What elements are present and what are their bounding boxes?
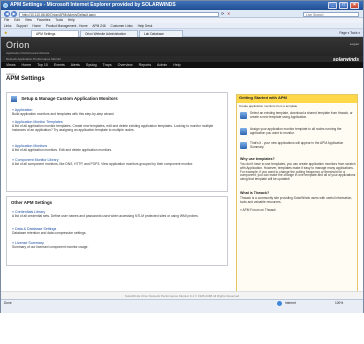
step-item: Assign your application monitor template… bbox=[240, 127, 356, 138]
page-content: Admin > APM Settings Setup & Manage Cust… bbox=[1, 68, 363, 294]
nav-alerts[interactable]: Alerts bbox=[71, 63, 80, 67]
tab-orion-admin[interactable]: Orion Website Administration bbox=[80, 30, 138, 37]
step-item: That's it - your new applications will a… bbox=[240, 141, 356, 152]
orion-header: Orion Application Performance Monitor Lo… bbox=[1, 37, 363, 68]
favorites-star-icon[interactable]: ★ bbox=[4, 30, 8, 35]
orion-logo-subtitle: Application Performance Monitor bbox=[6, 51, 50, 55]
fav-help-desk[interactable]: Help Desk bbox=[138, 24, 153, 28]
menu-edit[interactable]: Edit bbox=[14, 18, 20, 22]
search-input[interactable]: Live Search bbox=[303, 11, 359, 17]
menu-file[interactable]: File bbox=[4, 18, 9, 22]
status-text: Done bbox=[4, 301, 12, 305]
step-text: Select an existing template, download a … bbox=[250, 111, 353, 119]
list-item: » Credentials Library A list of all cred… bbox=[12, 210, 227, 218]
solarwinds-logo: solarwinds bbox=[332, 57, 359, 63]
getting-started-panel: Getting Started with APM Create applicat… bbox=[236, 94, 358, 294]
nav-events[interactable]: Events bbox=[54, 63, 65, 67]
item-description: A list of all credential sets. Define us… bbox=[12, 214, 199, 218]
fav-links[interactable]: Links bbox=[4, 24, 11, 28]
refresh-icon[interactable]: ⟳ bbox=[221, 11, 224, 16]
thwack-forum-link[interactable]: » APM Forum on Thwack bbox=[240, 208, 356, 213]
why-templates-heading: Why use templates? bbox=[240, 157, 275, 161]
orion-logo: Orion bbox=[6, 40, 30, 50]
window-title: APM Settings - Microsoft Internet Explor… bbox=[10, 2, 176, 8]
list-item: » Application Monitor Templates A list o… bbox=[12, 120, 227, 132]
nav-syslog[interactable]: Syslog bbox=[86, 63, 97, 67]
panel-heading: Setup & Manage Custom Application Monito… bbox=[7, 93, 227, 105]
fav-home[interactable]: Home bbox=[32, 24, 41, 28]
url-field[interactable]: http://10.110.68.60/Orion/APM/Admin/Defa… bbox=[19, 11, 219, 17]
back-icon[interactable]: ◀ bbox=[4, 11, 10, 17]
getting-started-title: Getting Started with APM bbox=[237, 95, 357, 103]
panel-heading: Other APM Settings bbox=[11, 200, 53, 205]
address-bar: ◀ ▶ http://10.110.68.60/Orion/APM/Admin/… bbox=[1, 10, 363, 18]
page-tools-menu[interactable]: Page ▾ Tools ▾ bbox=[339, 30, 360, 36]
page-footer: SolarWinds Orion Network Performance Mon… bbox=[1, 291, 363, 299]
browser-window: APM Settings - Microsoft Internet Explor… bbox=[0, 0, 364, 313]
nav-help[interactable]: Help bbox=[173, 63, 180, 67]
fav-apm[interactable]: APM Z46 bbox=[92, 24, 105, 28]
list-item: » Application Build application monitors… bbox=[12, 108, 227, 116]
menu-favorites[interactable]: Favorites bbox=[37, 18, 51, 22]
getting-started-subtitle: Create application monitors from a templ… bbox=[239, 104, 298, 108]
nav-top10[interactable]: Top 10 bbox=[37, 63, 48, 67]
close-button[interactable]: × bbox=[350, 2, 359, 9]
logout-link[interactable]: Logout bbox=[350, 42, 359, 46]
step-item: Select an existing template, download a … bbox=[240, 111, 356, 124]
item-description: A list of all component monitors, like D… bbox=[12, 162, 194, 166]
fav-support[interactable]: Support bbox=[16, 24, 27, 28]
template-icon bbox=[240, 112, 247, 119]
page-title: APM Settings bbox=[6, 76, 45, 82]
minimize-button[interactable]: _ bbox=[328, 2, 337, 9]
nav-reports[interactable]: Reports bbox=[139, 63, 152, 67]
step-text: Assign your application monitor template… bbox=[250, 127, 342, 135]
internet-explorer-icon bbox=[3, 3, 8, 8]
menu-view[interactable]: View bbox=[25, 18, 32, 22]
item-description: A list of all application monitors. Edit… bbox=[12, 148, 113, 152]
zoom-level[interactable]: 100% bbox=[335, 300, 343, 306]
globe-icon bbox=[277, 301, 282, 306]
item-description: Summary of our licensed component monito… bbox=[12, 245, 89, 249]
maximize-button[interactable]: □ bbox=[339, 2, 348, 9]
title-bar: APM Settings - Microsoft Internet Explor… bbox=[1, 1, 363, 10]
nav-home[interactable]: Home bbox=[22, 63, 32, 67]
nav-admin[interactable]: Admin bbox=[157, 63, 167, 67]
tab-lab-database[interactable]: Lab Database bbox=[139, 30, 183, 37]
tab-bar: ★ APM Settings Orion Website Administrat… bbox=[1, 29, 363, 37]
menu-tools[interactable]: Tools bbox=[55, 18, 63, 22]
tab-apm-settings[interactable]: APM Settings bbox=[31, 30, 79, 37]
forward-icon[interactable]: ▶ bbox=[11, 11, 17, 17]
nav-traps[interactable]: Traps bbox=[103, 63, 112, 67]
fav-product-management[interactable]: Product Management - Home bbox=[46, 24, 88, 28]
desktop-background bbox=[0, 313, 364, 344]
status-bar: Done Internet 100% bbox=[1, 299, 363, 313]
thwack-heading: What is Thwack? bbox=[240, 191, 270, 195]
other-settings-panel: Other APM Settings » Credentials Library… bbox=[6, 196, 228, 266]
stop-icon[interactable]: ✕ bbox=[227, 11, 230, 16]
list-item: » Component Monitor Library A list of al… bbox=[12, 158, 227, 166]
item-description: A list of all application monitor templa… bbox=[12, 124, 214, 132]
thwack-text: Thwack is a community site providing Sol… bbox=[240, 196, 353, 204]
assign-icon bbox=[240, 128, 247, 135]
list-item: » License Summary Summary of our license… bbox=[12, 241, 227, 249]
why-templates-text: You don't have to use templates, you can… bbox=[240, 162, 356, 182]
step-text: That's it - your new applications will a… bbox=[250, 141, 344, 149]
panel-heading-text: Setup & Manage Custom Application Monito… bbox=[21, 96, 118, 102]
summary-icon bbox=[240, 142, 247, 149]
custom-monitors-panel: Setup & Manage Custom Application Monito… bbox=[6, 92, 228, 192]
item-description: Database retention and data compression … bbox=[12, 231, 87, 235]
nav-overview[interactable]: Overview bbox=[118, 63, 133, 67]
monitor-icon bbox=[11, 96, 17, 102]
list-item: » Data & Database Settings Database rete… bbox=[12, 227, 227, 235]
fav-customer-links[interactable]: Customer Links bbox=[111, 24, 133, 28]
nav-views[interactable]: Views bbox=[6, 63, 16, 67]
zone-text: Internet bbox=[285, 301, 296, 305]
list-item: » Application Monitors A list of all app… bbox=[12, 144, 227, 152]
menu-help[interactable]: Help bbox=[68, 18, 75, 22]
item-description: Build application monitors and templates… bbox=[12, 112, 115, 116]
